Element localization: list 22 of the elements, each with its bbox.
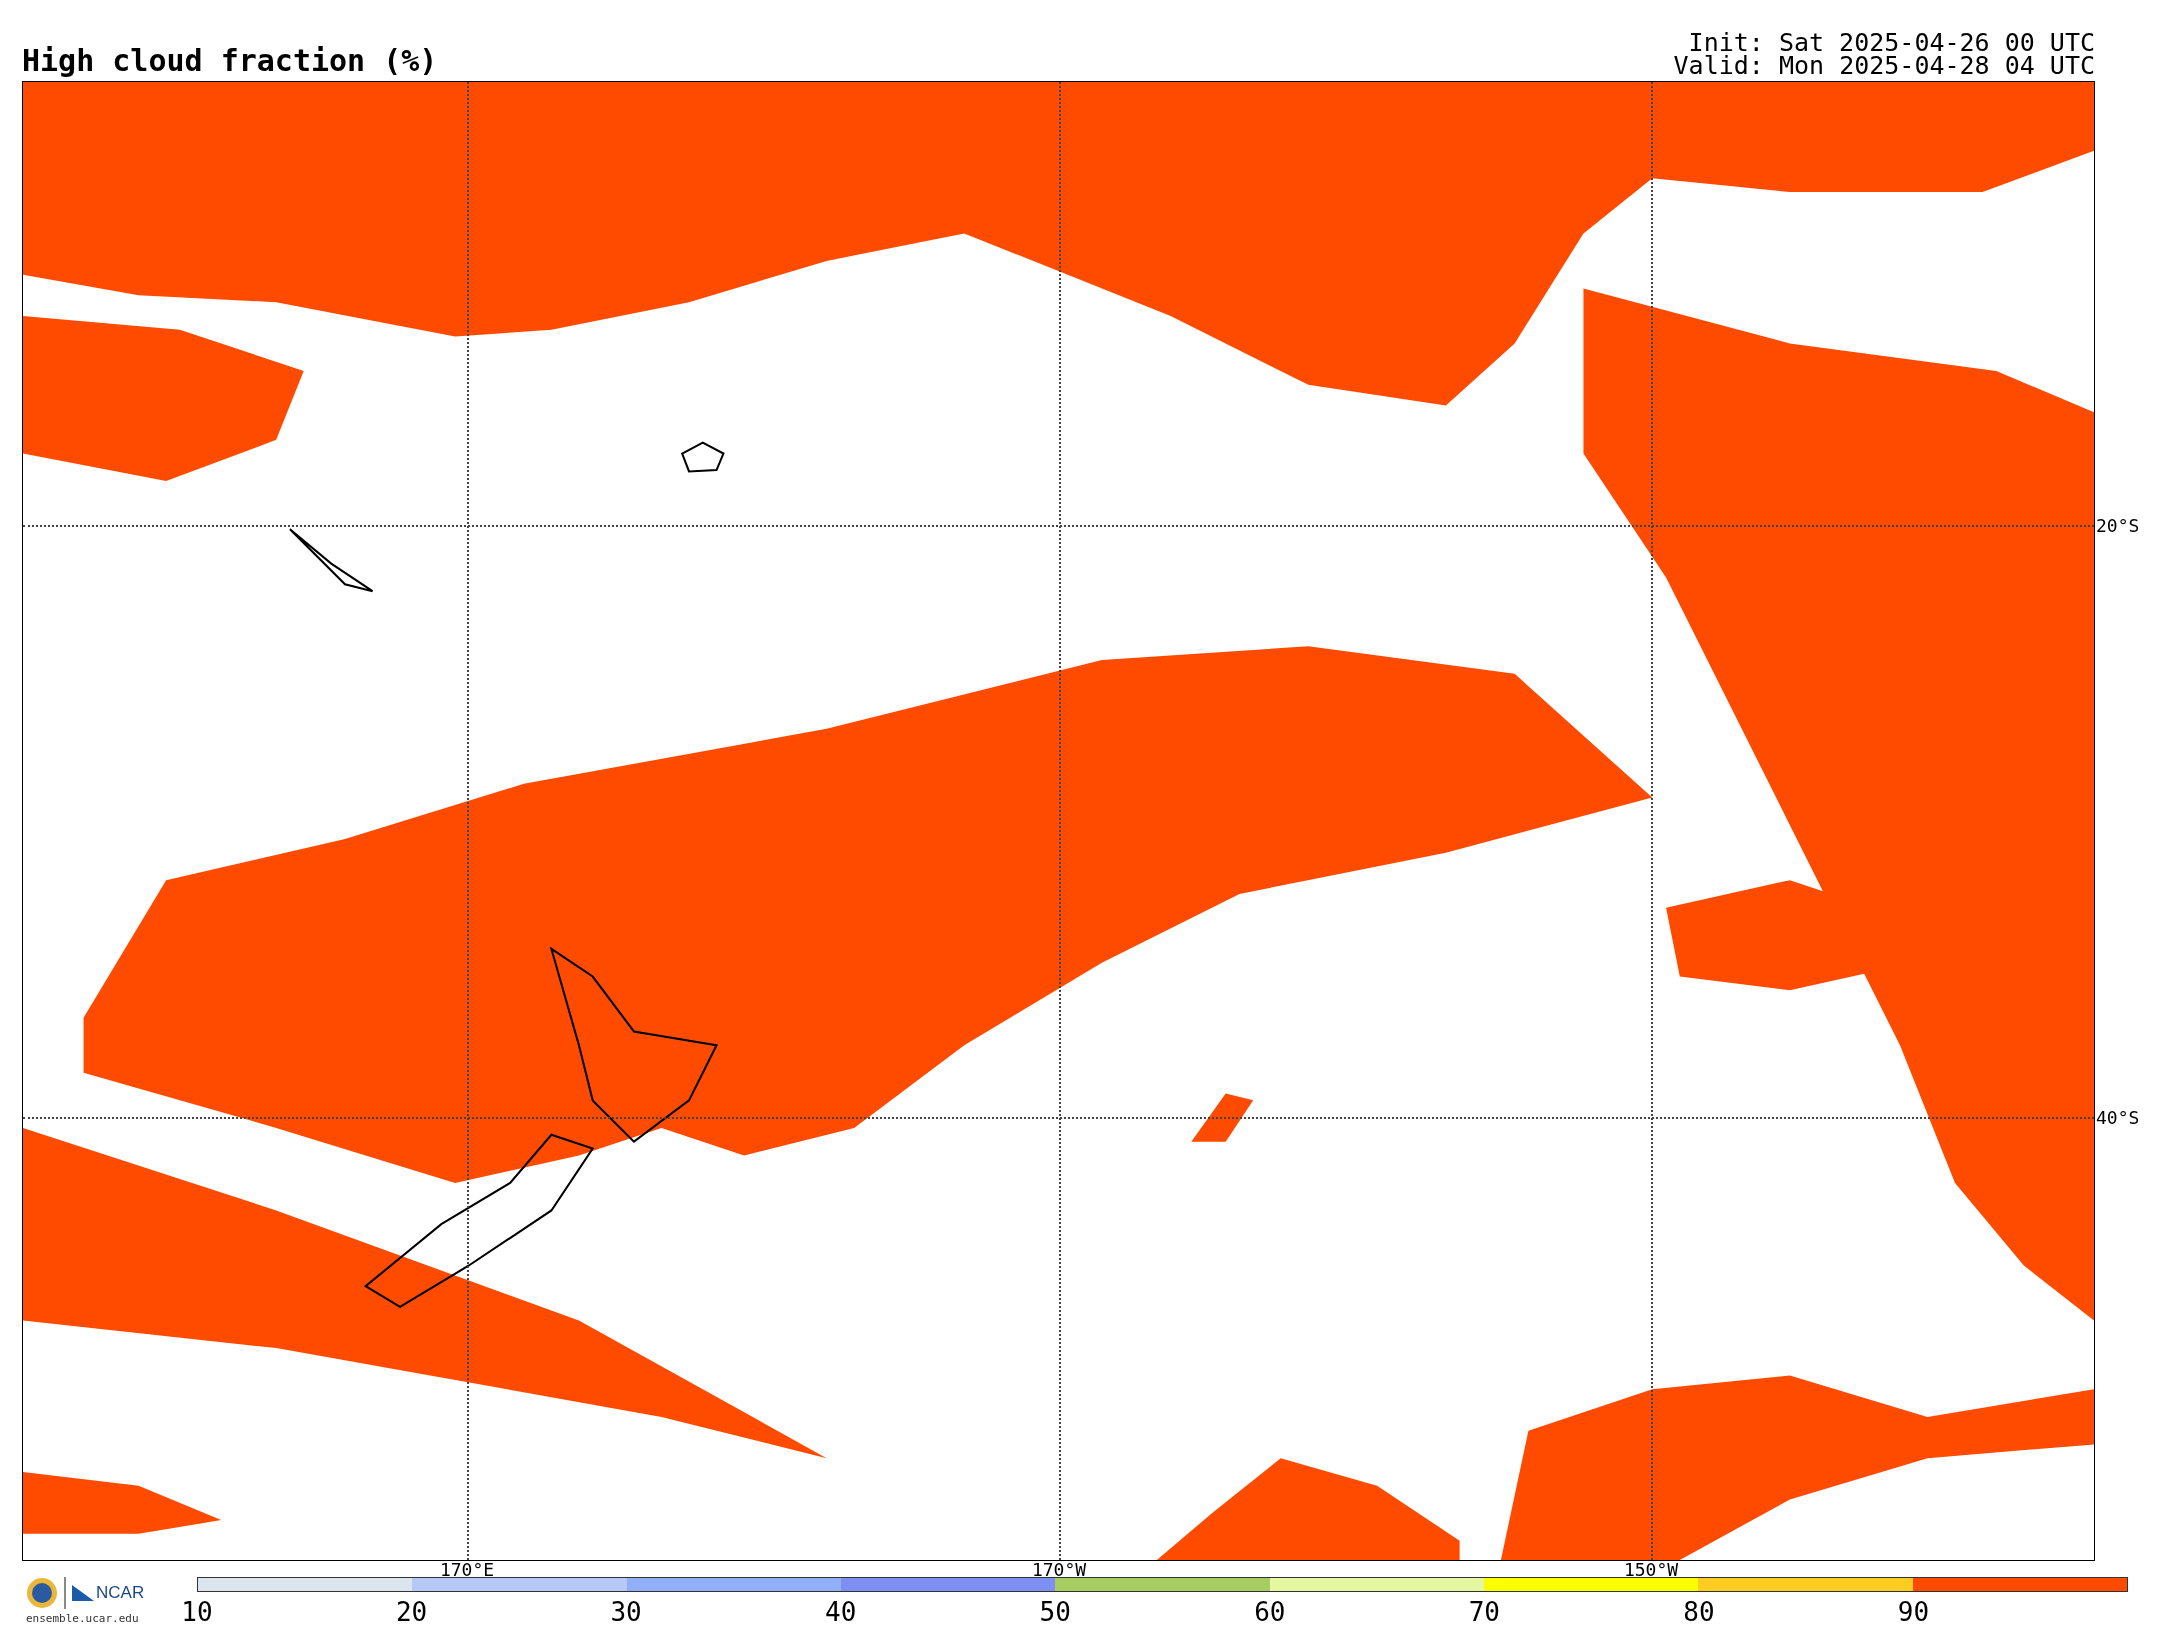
scale-tick-label: 10: [181, 1598, 213, 1626]
latitude-label: 20°S: [2096, 514, 2140, 536]
longitude-label: 170°E: [439, 1560, 495, 1580]
divider-icon: [64, 1577, 66, 1609]
scale-tick-label: 70: [1468, 1598, 1501, 1626]
scale-tick-label: 90: [1897, 1598, 1930, 1626]
valid-time: Valid: Mon 2025-04-28 04 UTC: [1673, 54, 2095, 77]
triangle-icon: [72, 1585, 94, 1601]
longitude-label: 170°W: [1031, 1560, 1087, 1580]
scale-tick-label: 30: [610, 1598, 642, 1626]
longitude-label: 150°W: [1623, 1560, 1679, 1580]
scale-tick-label: 20: [395, 1598, 428, 1626]
scale-tick-label: 80: [1683, 1598, 1715, 1626]
chart-title: High cloud fraction (%): [22, 45, 438, 77]
ncar-logo-text: NCAR: [96, 1583, 145, 1603]
scale-tick-label: 60: [1254, 1598, 1286, 1626]
scale-tick-label: 40: [825, 1598, 857, 1626]
seal-icon: [26, 1577, 58, 1609]
scale-tick-label: 50: [1039, 1598, 1071, 1626]
init-time: Init: Sat 2025-04-26 00 UTC: [1688, 31, 2095, 54]
website-url: ensemble.ucar.edu: [26, 1612, 139, 1625]
latitude-label: 40°S: [2096, 1106, 2140, 1128]
